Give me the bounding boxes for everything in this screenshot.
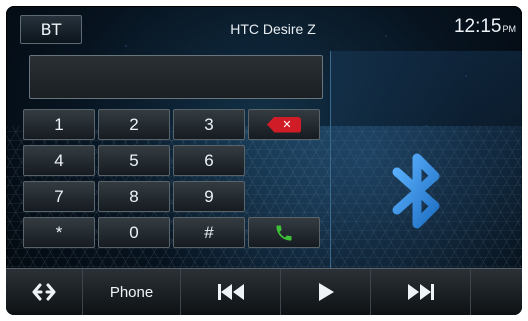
swap-arrows-icon <box>32 283 56 301</box>
key-2[interactable]: 2 <box>98 109 170 140</box>
key-8[interactable]: 8 <box>98 181 170 212</box>
phone-call-icon <box>276 225 292 240</box>
call-button[interactable] <box>248 217 320 248</box>
previous-track-icon <box>217 284 244 300</box>
key-7[interactable]: 7 <box>23 181 95 212</box>
play-icon <box>318 283 334 301</box>
key-1[interactable]: 1 <box>23 109 95 140</box>
head-unit-screen: BT HTC Desire Z 12:15PM 1 2 3 ✕ 4 5 6 7 … <box>6 6 522 315</box>
bottom-bar-spacer <box>470 269 522 315</box>
backspace-icon: ✕ <box>267 116 301 133</box>
key-0[interactable]: 0 <box>98 217 170 248</box>
bt-source-label: BT <box>40 20 62 39</box>
key-9[interactable]: 9 <box>173 181 245 212</box>
device-name: HTC Desire Z <box>230 21 316 37</box>
play-button[interactable] <box>280 269 370 315</box>
swap-button[interactable] <box>6 269 82 315</box>
key-3[interactable]: 3 <box>173 109 245 140</box>
phone-label: Phone <box>109 283 154 301</box>
key-4[interactable]: 4 <box>23 145 95 176</box>
clock: 12:15PM <box>454 16 516 38</box>
next-track-icon <box>407 284 434 300</box>
key-5[interactable]: 5 <box>98 145 170 176</box>
clock-time: 12:15 <box>453 16 502 37</box>
bottom-control-bar: Phone <box>6 268 522 315</box>
key-hash[interactable]: # <box>173 217 245 248</box>
previous-track-button[interactable] <box>180 269 280 315</box>
delete-button[interactable]: ✕ <box>248 109 320 140</box>
bluetooth-icon <box>392 153 440 229</box>
key-star[interactable]: * <box>23 217 95 248</box>
phone-button[interactable]: Phone <box>82 269 180 315</box>
next-track-button[interactable] <box>370 269 470 315</box>
bt-source-button[interactable]: BT <box>20 15 82 44</box>
dial-number-display <box>29 55 323 99</box>
clock-ampm: PM <box>502 24 517 34</box>
key-6[interactable]: 6 <box>173 145 245 176</box>
